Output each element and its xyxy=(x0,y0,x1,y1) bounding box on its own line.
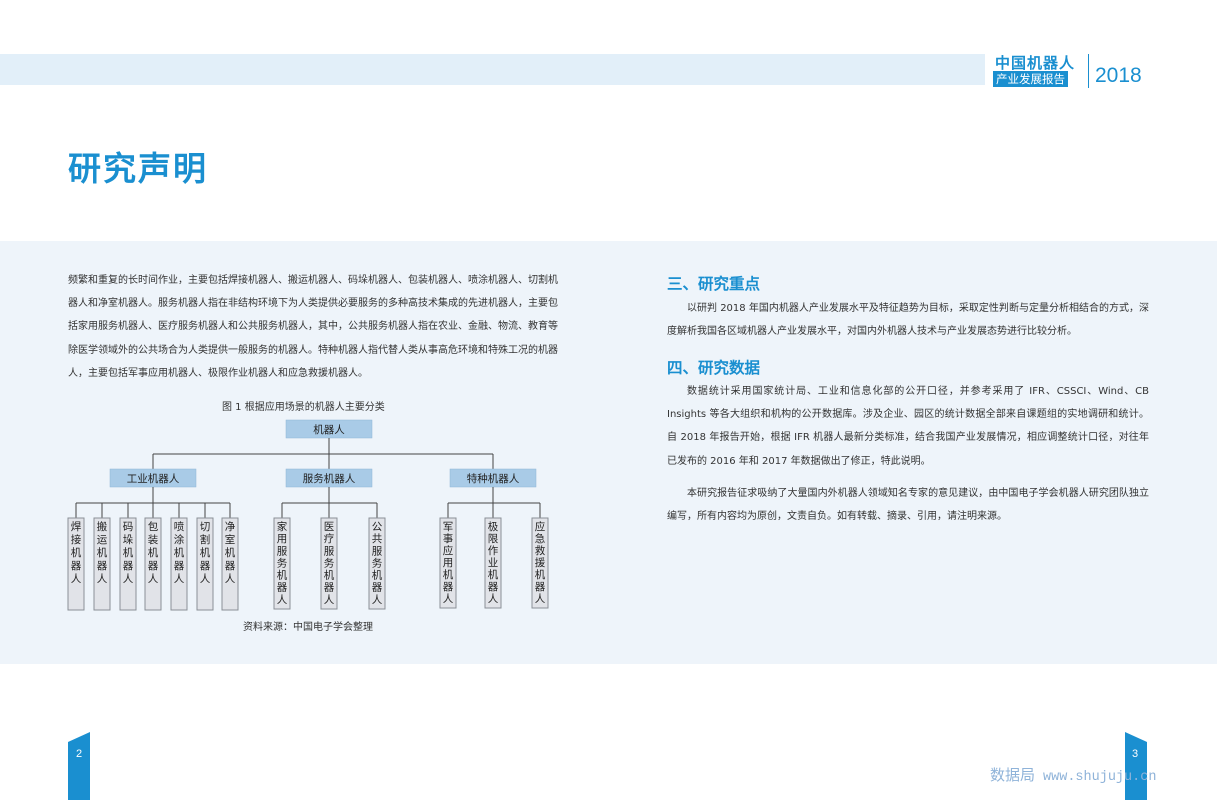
org-node-root: 机器人 xyxy=(285,419,373,439)
org-node-leaf: 应急救援机器人 xyxy=(531,517,549,609)
section-paragraph-research-focus: 以研判 2018 年国内机器人产业发展水平及特征趋势为目标，采取定性判断与定量分… xyxy=(667,303,1149,338)
page-number-right: 3 xyxy=(1132,748,1139,760)
watermark: 数据局 www.shujuju.cn xyxy=(990,764,1156,785)
org-node-leaf-label: 包装机器人 xyxy=(148,520,159,585)
org-node-leaf-label: 净室机器人 xyxy=(225,520,236,585)
page-tab-left xyxy=(68,732,90,800)
org-node-leaf-label: 喷涂机器人 xyxy=(174,521,185,585)
org-node-group-label: 特种机器人 xyxy=(467,472,520,485)
org-node-leaf-label: 极限作业机器人 xyxy=(488,520,499,605)
org-node-group: 特种机器人 xyxy=(449,468,537,488)
org-node-leaf: 焊接机器人 xyxy=(67,517,85,611)
section-paragraph-authorship: 本研究报告征求吸纳了大量国内外机器人领域知名专家的意见建议，由中国电子学会机器人… xyxy=(667,488,1149,523)
org-node-root-label: 机器人 xyxy=(313,423,345,436)
org-node-leaf: 家用服务机器人 xyxy=(273,517,291,610)
org-node-leaf-label: 焊接机器人 xyxy=(71,521,82,585)
org-node-leaf: 净室机器人 xyxy=(221,517,239,611)
figure-source: 资料来源：中国电子学会整理 xyxy=(243,622,373,633)
org-node-leaf: 极限作业机器人 xyxy=(484,517,502,609)
brand-subtitle: 产业发展报告 xyxy=(993,71,1068,87)
org-node-group-label: 工业机器人 xyxy=(127,472,180,485)
org-node-leaf-label: 军事应用机器人 xyxy=(443,521,454,605)
org-node-leaf: 搬运机器人 xyxy=(93,517,111,611)
watermark-text: 数据局 xyxy=(990,768,1036,784)
org-node-leaf: 切割机器人 xyxy=(196,517,214,611)
brand-name: 中国机器人 xyxy=(995,54,1076,72)
watermark-url: www.shujuju.cn xyxy=(1043,770,1157,785)
org-node-leaf-label: 家用服务机器人 xyxy=(277,520,288,606)
org-node-leaf-label: 码垛机器人 xyxy=(123,521,134,585)
org-node-leaf-label: 医疗服务机器人 xyxy=(324,521,335,606)
org-node-leaf: 包装机器人 xyxy=(144,517,162,611)
section-heading-research-focus: 三、研究重点 xyxy=(667,275,761,293)
report-brand: 中国机器人 产业发展报告 2018 xyxy=(993,52,1193,92)
brand-divider xyxy=(1088,54,1089,88)
org-chart: 机器人工业机器人焊接机器人 搬运机器人 码垛机器人 包装机器人 喷涂机器人 切割机器人 净室… xyxy=(67,419,549,611)
org-node-leaf: 喷涂机器人 xyxy=(170,517,188,611)
org-node-leaf-label: 搬运机器人 xyxy=(97,520,108,585)
org-node-group: 工业机器人 xyxy=(109,468,197,488)
org-node-leaf-label: 公共服务机器人 xyxy=(372,521,383,606)
page-number-left: 2 xyxy=(76,748,83,760)
org-node-leaf: 码垛机器人 xyxy=(119,517,137,611)
brand-year: 2018 xyxy=(1095,64,1142,87)
org-node-leaf-label: 切割机器人 xyxy=(200,521,211,585)
org-node-group-label: 服务机器人 xyxy=(303,472,356,485)
org-node-group: 服务机器人 xyxy=(285,468,373,488)
section-heading-research-data: 四、研究数据 xyxy=(667,359,761,377)
org-node-leaf: 军事应用机器人 xyxy=(439,517,457,609)
org-node-leaf-label: 应急救援机器人 xyxy=(535,520,546,605)
org-node-leaf: 公共服务机器人 xyxy=(368,517,386,610)
section-paragraph-research-data: 数据统计采用国家统计局、工业和信息化部的公开口径，并参考采用了 IFR、CSSC… xyxy=(667,386,1149,467)
org-node-leaf: 医疗服务机器人 xyxy=(320,517,338,610)
